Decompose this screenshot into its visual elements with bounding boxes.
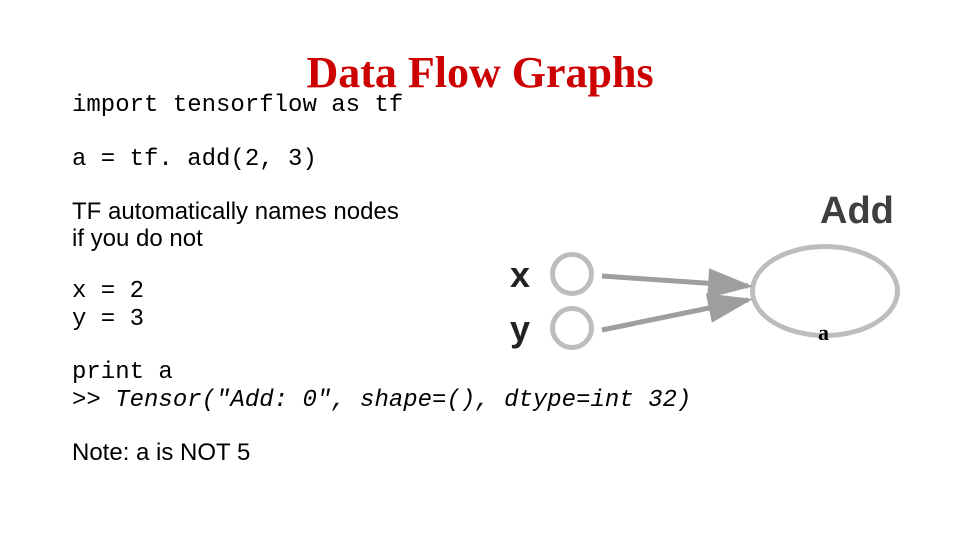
code-import: import tensorflow as tf [72, 92, 892, 120]
code-output: >> Tensor("Add: 0", shape=(), dtype=int … [72, 387, 892, 415]
note-text: Note: a is NOT 5 [72, 440, 892, 466]
slide-title: Data Flow Graphs [0, 47, 960, 98]
diagram-label-a: a [818, 320, 829, 346]
diagram-edges [510, 196, 930, 376]
graph-diagram: Add x y a [510, 196, 930, 376]
code-assign-a: a = tf. add(2, 3) [72, 146, 892, 174]
